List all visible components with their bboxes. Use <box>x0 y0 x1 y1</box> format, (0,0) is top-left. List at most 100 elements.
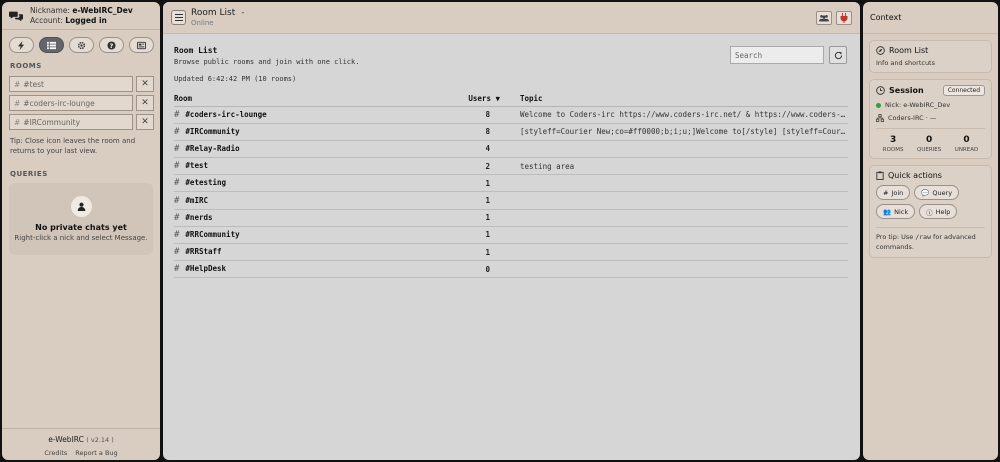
quick-connect-button[interactable] <box>9 37 34 53</box>
clipboard-icon <box>876 171 884 180</box>
table-row[interactable]: # #Relay-Radio 4 <box>174 140 848 159</box>
pro-tip-text: Pro tip: Use <box>876 233 916 241</box>
stat-rooms: 3 ROOMS <box>883 135 904 153</box>
user-count: 2 <box>404 157 510 176</box>
table-row[interactable]: # #etesting 1 <box>174 174 848 193</box>
room-name[interactable]: #coders-irc-lounge <box>185 110 266 119</box>
credits-link[interactable]: Credits <box>44 449 67 457</box>
room-name[interactable]: #nerds <box>185 213 212 222</box>
col-room-header[interactable]: Room <box>174 91 404 107</box>
room-list-card: Room List Info and shortcuts <box>869 40 992 73</box>
nick-button[interactable]: 👥 Nick <box>876 204 916 219</box>
col-topic-header[interactable]: Topic <box>510 91 848 107</box>
person-icon <box>70 196 92 217</box>
connection-status: Online <box>191 19 214 27</box>
room-name[interactable]: #mIRC <box>185 196 208 205</box>
hamburger-icon <box>174 14 183 21</box>
session-network: Coders-IRC · — <box>888 114 937 122</box>
room-topic: Welcome to Coders-irc https://www.coders… <box>510 106 848 124</box>
search-input[interactable] <box>730 46 824 64</box>
table-row[interactable]: # #nerds 1 <box>174 209 848 227</box>
news-button[interactable] <box>129 37 154 53</box>
connected-badge: Connected <box>942 85 985 96</box>
join-label: Join <box>891 188 904 197</box>
room-list-view: Room List Browse public rooms and join w… <box>163 34 860 279</box>
room-entry: # #test ✕ <box>2 76 160 92</box>
room-entry: # #IRCommunity ✕ <box>2 114 160 130</box>
user-count: 0 <box>404 260 510 279</box>
user-count: 1 <box>404 226 510 245</box>
chat-icon: 💬 <box>921 188 930 197</box>
session-title: Session <box>889 86 924 95</box>
room-item-coders-irc-lounge[interactable]: # #coders-irc-lounge <box>9 95 133 111</box>
nick-label: Nick <box>894 207 909 216</box>
join-button[interactable]: # Join <box>876 185 911 200</box>
disconnect-button[interactable] <box>836 10 852 25</box>
room-item-test[interactable]: # #test <box>9 76 133 92</box>
hash-icon: # <box>14 98 21 108</box>
close-icon: ✕ <box>141 79 149 89</box>
hash-icon: # <box>174 109 180 120</box>
room-topic: [styleff=Courier New;co=#ff0000;b;i;u;]W… <box>510 123 848 141</box>
empty-queries: No private chats yet Right-click a nick … <box>9 183 153 255</box>
help-button[interactable]: ? <box>99 37 124 53</box>
menu-toggle-button[interactable] <box>171 10 186 25</box>
room-name[interactable]: #HelpDesk <box>185 264 226 273</box>
hash-icon: # <box>174 143 180 154</box>
brand-name: e-WebIRC <box>48 435 84 444</box>
table-row[interactable]: # #RRStaff 1 <box>174 243 848 262</box>
table-row[interactable]: # #HelpDesk 0 <box>174 260 848 279</box>
table-row[interactable]: # #RRCommunity 1 <box>174 226 848 245</box>
help-action-button[interactable]: ⓘ Help <box>919 204 958 219</box>
room-name[interactable]: #RRCommunity <box>185 230 239 239</box>
close-room-button[interactable]: ✕ <box>136 114 154 130</box>
room-item-label: #coders-irc-lounge <box>23 98 95 108</box>
room-name[interactable]: #test <box>185 161 208 170</box>
settings-button[interactable] <box>69 37 94 53</box>
empty-queries-subtitle: Right-click a nick and select Message. <box>14 234 148 242</box>
table-row[interactable]: # #mIRC 1 <box>174 191 848 210</box>
session-nick: Nick: e-WebIRC_Dev <box>885 101 951 109</box>
hash-icon: # <box>174 247 180 258</box>
query-button[interactable]: 💬 Query <box>914 185 960 200</box>
table-row[interactable]: # #coders-irc-lounge 8 Welcome to Coders-ir… <box>174 106 848 124</box>
refresh-icon <box>834 51 842 59</box>
query-label: Query <box>932 188 953 197</box>
room-list-card-subtitle: Info and shortcuts <box>876 59 935 67</box>
user-count: 1 <box>404 191 510 210</box>
pro-tip-code: /raw <box>915 233 931 241</box>
room-topic <box>510 226 848 245</box>
svg-text:?: ? <box>110 42 114 49</box>
hash-icon: # <box>174 229 180 240</box>
room-item-ircommunity[interactable]: # #IRCommunity <box>9 114 133 130</box>
title-separator: - <box>241 8 245 18</box>
room-name[interactable]: #Relay-Radio <box>185 144 239 153</box>
left-sidebar: Nickname: e-WebIRC_Dev Account: Logged i… <box>2 2 160 460</box>
room-name[interactable]: #etesting <box>185 178 226 187</box>
nickname-value: e-WebIRC_Dev <box>72 5 133 15</box>
users-button[interactable] <box>816 10 832 25</box>
table-row[interactable]: # #test 2 testing area <box>174 157 848 176</box>
close-room-button[interactable]: ✕ <box>136 76 154 92</box>
question-icon: ? <box>107 40 116 49</box>
search-area <box>730 46 847 64</box>
lightning-icon <box>17 40 25 50</box>
report-bug-link[interactable]: Report a Bug <box>75 449 117 457</box>
account-value: Logged in <box>65 15 107 25</box>
help-icon: ⓘ <box>926 208 933 217</box>
room-list-button[interactable] <box>39 37 64 53</box>
table-row[interactable]: # #IRCommunity 8 [styleff=Courier New;co=#f… <box>174 123 848 141</box>
room-name[interactable]: #RRStaff <box>185 247 221 256</box>
user-count: 1 <box>404 243 510 262</box>
user-count: 8 <box>404 123 510 141</box>
col-users-header[interactable]: Users ▼ <box>404 91 510 107</box>
refresh-button[interactable] <box>829 46 847 64</box>
close-icon: ✕ <box>141 117 149 127</box>
queries-heading: QUERIES <box>10 170 48 178</box>
close-room-button[interactable]: ✕ <box>136 95 154 111</box>
stat-unread: 0 UNREAD <box>955 135 978 153</box>
session-card: Session Connected Nick: e-WebIRC_Dev Cod… <box>869 79 992 159</box>
hash-icon: # <box>174 264 180 275</box>
room-name[interactable]: #IRCommunity <box>185 127 239 136</box>
newspaper-icon <box>137 41 146 49</box>
